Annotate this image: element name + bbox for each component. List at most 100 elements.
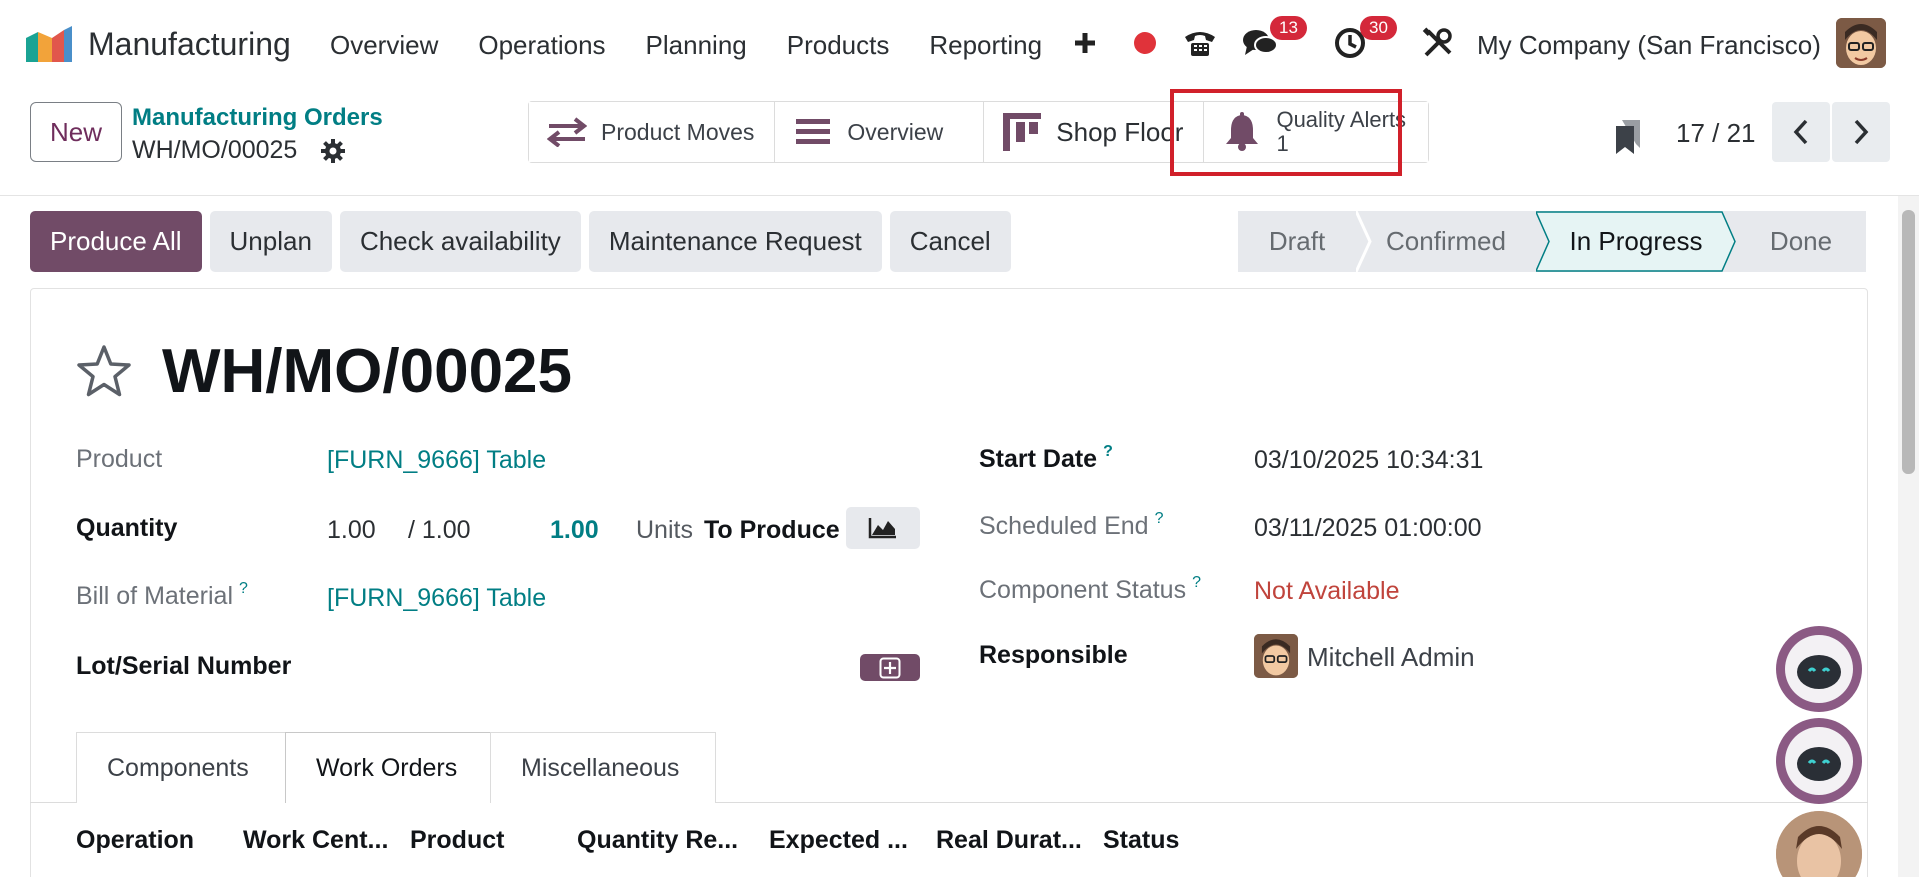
- quantity-label: Quantity: [76, 514, 178, 542]
- control-panel: New Manufacturing Orders WH/MO/00025 Pro…: [0, 88, 1919, 196]
- manufacturing-app-icon[interactable]: [24, 24, 74, 64]
- stage-draft[interactable]: Draft: [1238, 211, 1356, 272]
- main-menu: Overview Operations Planning Products Re…: [330, 30, 1082, 61]
- bell-icon: [1222, 112, 1262, 151]
- add-lot-button[interactable]: [860, 654, 920, 681]
- quality-alerts-label: Quality Alerts: [1276, 107, 1407, 132]
- scheduled-end-help-icon[interactable]: ?: [1155, 510, 1164, 527]
- to-produce-label: To Produce: [704, 516, 840, 544]
- maintenance-request-button[interactable]: Maintenance Request: [588, 211, 882, 272]
- start-date-label: Start Date?: [979, 443, 1113, 473]
- scheduled-end-value[interactable]: 03/11/2025 01:00:00: [1254, 514, 1482, 543]
- breadcrumb-current-record: WH/MO/00025: [132, 136, 298, 164]
- robot-icon: [1785, 727, 1853, 795]
- responsible-avatar: [1254, 634, 1298, 678]
- quality-alerts-count: 1: [1276, 131, 1289, 156]
- component-status-value: Not Available: [1254, 577, 1400, 605]
- shop-floor-icon: [1002, 113, 1042, 151]
- shop-floor-button[interactable]: Shop Floor: [984, 102, 1205, 162]
- product-label: Product: [76, 445, 163, 473]
- product-moves-button[interactable]: Product Moves: [529, 102, 776, 162]
- stage-in-progress-label: In Progress: [1569, 226, 1703, 256]
- col-operation[interactable]: Operation: [76, 826, 243, 855]
- responsible-label: Responsible: [979, 641, 1128, 669]
- stage-done-label: Done: [1769, 226, 1833, 256]
- pager-previous-button[interactable]: [1772, 102, 1830, 162]
- produce-all-button[interactable]: Produce All: [30, 211, 202, 272]
- top-navbar: Manufacturing Overview Operations Planni…: [0, 0, 1919, 88]
- area-chart-icon: [868, 518, 896, 539]
- stage-done[interactable]: Done: [1736, 211, 1866, 272]
- overview-label: Overview: [847, 118, 944, 145]
- col-real-duration[interactable]: Real Durat...: [936, 826, 1103, 855]
- scrollbar-thumb[interactable]: [1902, 210, 1915, 474]
- messages-badge: 13: [1270, 16, 1307, 40]
- uom-value[interactable]: Units: [636, 516, 693, 545]
- tab-components[interactable]: Components: [76, 732, 286, 803]
- menu-overview[interactable]: Overview: [330, 30, 438, 61]
- bom-value[interactable]: [FURN_9666] Table: [327, 584, 546, 613]
- cancel-button[interactable]: Cancel: [889, 211, 1011, 272]
- forecast-chart-button[interactable]: [846, 507, 920, 549]
- stage-confirmed-label: Confirmed: [1386, 226, 1506, 256]
- plus-square-icon: [879, 657, 901, 678]
- smart-buttons: Product Moves Overview Shop Floor Qualit…: [528, 101, 1430, 163]
- start-date-help-icon[interactable]: ?: [1103, 443, 1113, 460]
- bom-label: Bill of Material?: [76, 580, 248, 610]
- action-buttons: Produce All Unplan Check availability Ma…: [30, 211, 1011, 272]
- pager-value[interactable]: 17 / 21: [1676, 118, 1756, 149]
- new-button[interactable]: New: [30, 102, 122, 162]
- menu-products[interactable]: Products: [787, 30, 890, 61]
- overview-button[interactable]: Overview: [775, 102, 985, 162]
- responsible-value[interactable]: Mitchell Admin: [1307, 642, 1475, 673]
- pager-next-button[interactable]: [1832, 102, 1890, 162]
- menu-planning[interactable]: Planning: [646, 30, 747, 61]
- component-status-label: Component Status?: [979, 574, 1201, 604]
- check-availability-button[interactable]: Check availability: [339, 211, 581, 272]
- tools-settings-icon[interactable]: [1418, 18, 1458, 68]
- star-icon[interactable]: [76, 343, 132, 399]
- quantity-produced-input[interactable]: 1.00: [327, 516, 376, 545]
- notebook-tabs: Components Work Orders Miscellaneous: [76, 732, 716, 803]
- bom-help-icon[interactable]: ?: [239, 580, 248, 597]
- list-bars-icon: [793, 116, 833, 148]
- tab-work-orders[interactable]: Work Orders: [285, 732, 491, 803]
- bookmark-icon[interactable]: [1614, 118, 1642, 156]
- chatbot-launcher-2[interactable]: [1776, 718, 1862, 804]
- quantity-total: / 1.00: [408, 516, 471, 544]
- activities-clock-icon[interactable]: 30: [1330, 16, 1397, 68]
- breadcrumb-manufacturing-orders[interactable]: Manufacturing Orders: [132, 104, 383, 132]
- start-date-value[interactable]: 03/10/2025 10:34:31: [1254, 446, 1483, 475]
- phone-icon[interactable]: [1180, 18, 1220, 68]
- unplan-button[interactable]: Unplan: [209, 211, 332, 272]
- col-status[interactable]: Status: [1103, 826, 1203, 855]
- quick-create-icon[interactable]: [1070, 18, 1100, 68]
- company-switcher[interactable]: My Company (San Francisco): [1477, 30, 1821, 61]
- stage-in-progress[interactable]: In Progress: [1536, 211, 1736, 272]
- user-avatar[interactable]: [1836, 18, 1886, 68]
- quantity-to-produce-input[interactable]: 1.00: [550, 516, 599, 545]
- product-value[interactable]: [FURN_9666] Table: [327, 446, 546, 475]
- chatbot-launcher-1[interactable]: [1776, 626, 1862, 712]
- record-title: WH/MO/00025: [162, 337, 573, 406]
- tab-miscellaneous[interactable]: Miscellaneous: [490, 732, 716, 803]
- menu-operations[interactable]: Operations: [478, 30, 605, 61]
- col-product[interactable]: Product: [410, 826, 577, 855]
- gear-icon[interactable]: [320, 138, 346, 164]
- col-work-center[interactable]: Work Cent...: [243, 826, 410, 855]
- col-expected-duration[interactable]: Expected ...: [769, 826, 936, 855]
- scheduled-end-label: Scheduled End?: [979, 510, 1164, 540]
- stage-confirmed[interactable]: Confirmed: [1356, 211, 1536, 272]
- component-status-help-icon[interactable]: ?: [1192, 574, 1201, 591]
- quality-alerts-button[interactable]: Quality Alerts 1: [1204, 102, 1429, 162]
- menu-reporting[interactable]: Reporting: [929, 30, 1042, 61]
- chevron-right-icon: [1854, 119, 1869, 145]
- status-bar: Draft Confirmed In Progress Done: [1238, 211, 1866, 272]
- col-quantity-remaining[interactable]: Quantity Re...: [577, 826, 769, 855]
- app-name[interactable]: Manufacturing: [88, 26, 291, 63]
- transfer-arrows-icon: [547, 116, 587, 148]
- shop-floor-label: Shop Floor: [1056, 116, 1184, 147]
- recording-indicator-icon[interactable]: [1130, 18, 1160, 68]
- chevron-left-icon: [1793, 119, 1808, 145]
- messages-icon[interactable]: 13: [1240, 16, 1307, 68]
